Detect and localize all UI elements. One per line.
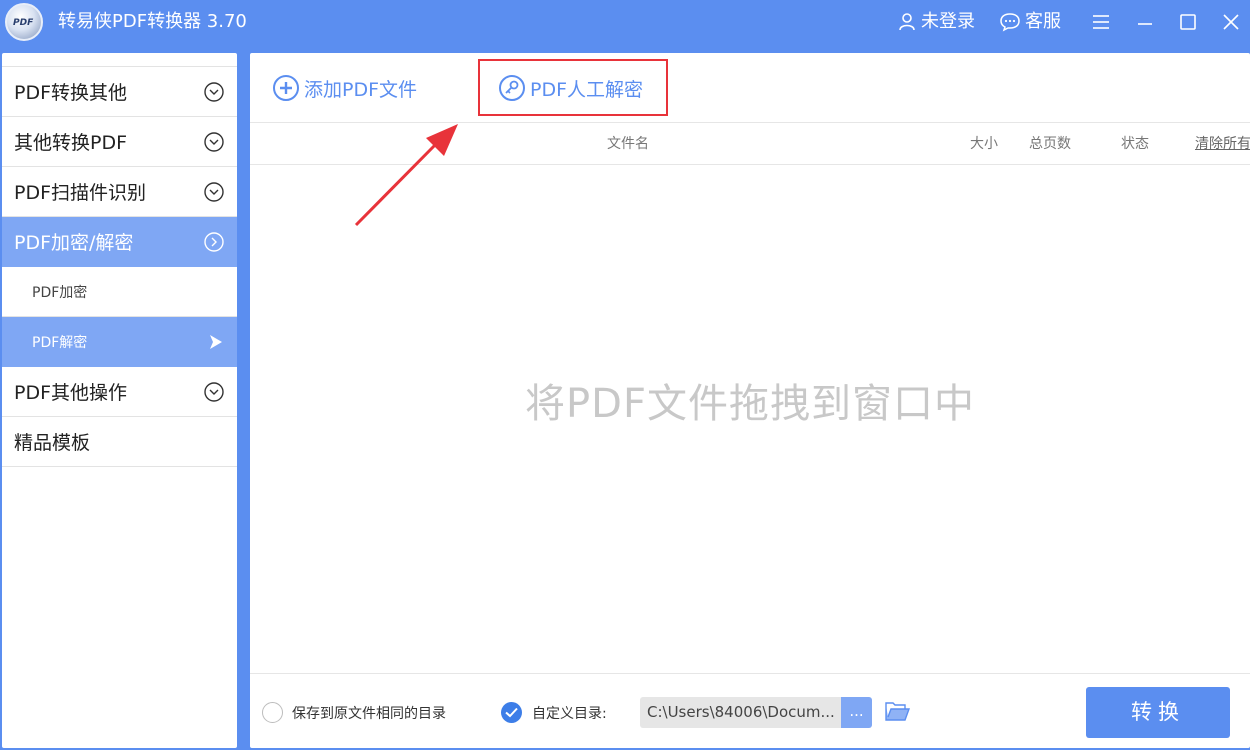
checkmark-icon bbox=[505, 707, 518, 718]
add-pdf-button[interactable]: 添加PDF文件 bbox=[272, 73, 417, 103]
add-pdf-label: 添加PDF文件 bbox=[304, 78, 418, 101]
manual-decrypt-button[interactable]: PDF人工解密 bbox=[498, 73, 643, 103]
chevron-right-icon bbox=[204, 232, 224, 252]
close-icon[interactable] bbox=[1221, 12, 1241, 32]
folder-open-icon[interactable] bbox=[885, 701, 911, 723]
sidebar: PDF转换其他 其他转换PDF PDF扫描件识别 PDF加密/解密 PDF加密 … bbox=[2, 53, 237, 748]
app-logo-icon: PDF bbox=[5, 3, 43, 41]
sidebar-item-pdf-to-other[interactable]: PDF转换其他 bbox=[2, 67, 237, 117]
customer-service-button[interactable]: 客服 bbox=[999, 10, 1061, 34]
sidebar-item-pdf-ocr[interactable]: PDF扫描件识别 bbox=[2, 167, 237, 217]
menu-icon[interactable] bbox=[1091, 12, 1111, 32]
sidebar-subitem-label: PDF解密 bbox=[32, 334, 88, 351]
chevron-down-icon bbox=[204, 132, 224, 152]
title-bar: PDF 转易侠PDF转换器 3.70 未登录 客服 bbox=[0, 0, 1250, 46]
sidebar-item-label: PDF转换其他 bbox=[14, 82, 128, 104]
chevron-down-icon bbox=[204, 82, 224, 102]
chevron-down-icon bbox=[204, 382, 224, 402]
same-dir-radio[interactable] bbox=[262, 702, 283, 723]
plus-circle-icon bbox=[273, 75, 299, 101]
same-dir-label: 保存到原文件相同的目录 bbox=[292, 706, 446, 722]
sidebar-item-label: PDF加密/解密 bbox=[14, 232, 134, 254]
app-title: 转易侠PDF转换器 3.70 bbox=[58, 11, 247, 32]
column-status: 状态 bbox=[1121, 136, 1149, 152]
convert-button[interactable]: 转换 bbox=[1086, 687, 1230, 738]
sidebar-item-label: 其他转换PDF bbox=[14, 132, 128, 154]
logo-text: PDF bbox=[13, 18, 34, 28]
output-path-field[interactable]: C:\Users\84006\Docum... bbox=[640, 697, 842, 728]
manual-decrypt-label: PDF人工解密 bbox=[530, 78, 644, 101]
sidebar-subitem-pdf-encrypt[interactable]: PDF加密 bbox=[2, 267, 237, 317]
sidebar-item-label: 精品模板 bbox=[14, 432, 91, 454]
maximize-icon[interactable] bbox=[1178, 12, 1198, 32]
sidebar-item-label: PDF其他操作 bbox=[14, 382, 128, 404]
key-icon bbox=[499, 75, 525, 101]
login-label: 未登录 bbox=[921, 11, 975, 32]
custom-dir-label: 自定义目录: bbox=[532, 706, 607, 722]
sidebar-item-other-to-pdf[interactable]: 其他转换PDF bbox=[2, 117, 237, 167]
browse-path-button[interactable]: ... bbox=[841, 697, 872, 728]
service-label: 客服 bbox=[1025, 11, 1061, 32]
user-icon bbox=[899, 13, 915, 31]
sidebar-subitem-pdf-decrypt[interactable]: PDF解密 bbox=[2, 317, 237, 367]
sidebar-item-label: PDF扫描件识别 bbox=[14, 182, 147, 204]
sidebar-item-pdf-other-ops[interactable]: PDF其他操作 bbox=[2, 367, 237, 417]
sidebar-item-pdf-encrypt-decrypt[interactable]: PDF加密/解密 bbox=[2, 217, 237, 267]
output-options-bar: 保存到原文件相同的目录 自定义目录: C:\Users\84006\Docum.… bbox=[250, 673, 1250, 748]
chat-bubble-icon bbox=[1000, 13, 1020, 32]
sidebar-subitem-label: PDF加密 bbox=[32, 284, 88, 301]
drop-zone-hint: 将PDF文件拖拽到窗口中 bbox=[525, 381, 975, 427]
sidebar-item-templates[interactable]: 精品模板 bbox=[2, 417, 237, 467]
chevron-down-icon bbox=[204, 182, 224, 202]
minimize-icon[interactable] bbox=[1135, 12, 1155, 32]
login-button[interactable]: 未登录 bbox=[897, 10, 975, 34]
custom-dir-radio[interactable] bbox=[501, 702, 522, 723]
clear-all-link[interactable]: 清除所有 bbox=[1195, 135, 1250, 153]
annotation-arrow-icon bbox=[354, 124, 458, 227]
column-size: 大小 bbox=[970, 136, 998, 152]
column-filename: 文件名 bbox=[607, 136, 649, 152]
column-pages: 总页数 bbox=[1029, 136, 1071, 152]
caret-right-icon bbox=[210, 335, 222, 349]
